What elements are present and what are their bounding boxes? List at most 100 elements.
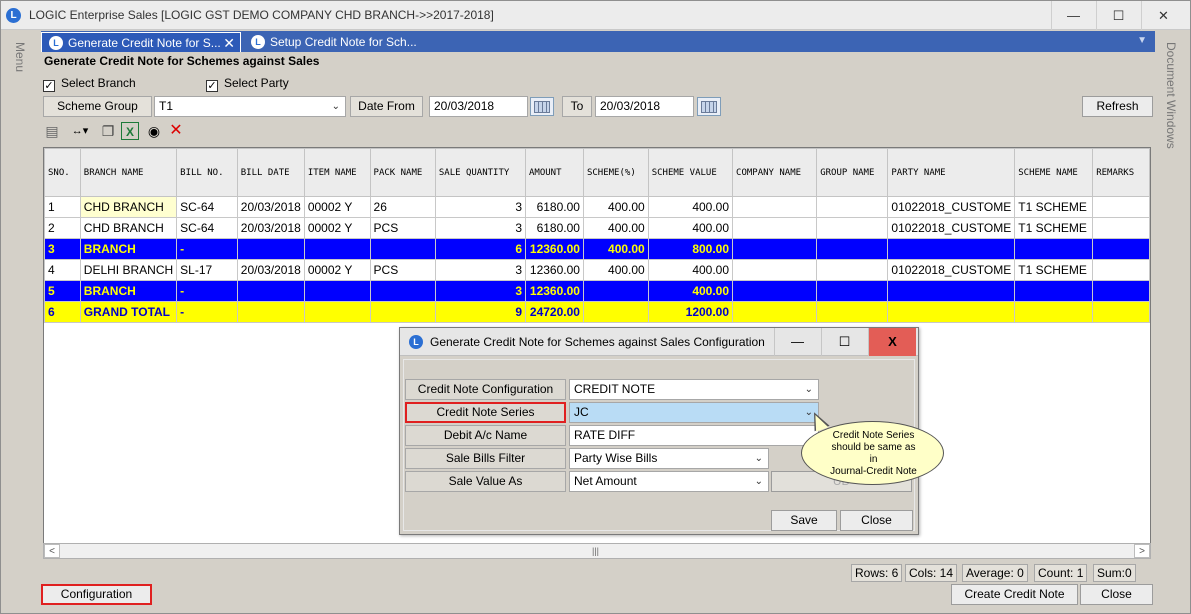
table-cell[interactable] — [816, 217, 889, 239]
table-cell[interactable] — [369, 238, 436, 260]
column-header[interactable]: SALE QUANTITY — [434, 148, 527, 197]
table-cell[interactable]: 9 — [434, 301, 527, 323]
table-cell[interactable]: 26 — [369, 196, 436, 218]
table-cell[interactable] — [303, 280, 371, 302]
create-credit-note-button[interactable]: Create Credit Note — [951, 584, 1078, 605]
dialog-maximize-button[interactable]: ☐ — [821, 328, 867, 356]
table-cell[interactable]: 24720.00 — [525, 301, 584, 323]
table-cell[interactable]: 400.00 — [647, 280, 734, 302]
table-cell[interactable] — [303, 301, 371, 323]
export-icon[interactable]: ▤ — [43, 122, 61, 140]
calendar-icon[interactable] — [530, 97, 554, 116]
table-cell[interactable] — [236, 280, 305, 302]
table-cell[interactable]: 2 — [44, 217, 81, 239]
table-cell[interactable] — [236, 301, 305, 323]
dialog-close-btn[interactable]: Close — [840, 510, 913, 531]
table-cell[interactable] — [732, 301, 818, 323]
table-cell[interactable] — [236, 238, 305, 260]
column-header[interactable]: SCHEME(%) — [582, 148, 649, 197]
debit-account-name-input[interactable]: RATE DIFF — [569, 425, 819, 446]
table-cell[interactable]: 800.00 — [647, 238, 734, 260]
table-cell[interactable] — [1014, 280, 1094, 302]
table-cell[interactable]: 12360.00 — [525, 259, 584, 281]
table-cell[interactable] — [369, 301, 436, 323]
maximize-button[interactable]: ☐ — [1096, 1, 1140, 30]
table-cell[interactable]: 12360.00 — [525, 280, 584, 302]
sale-bills-filter-select[interactable]: Party Wise Bills ⌄ — [569, 448, 769, 469]
table-cell[interactable]: DELHI BRANCH — [79, 259, 178, 281]
table-cell[interactable] — [732, 238, 818, 260]
table-row[interactable]: 2 CHD BRANCH SC-64 20/03/2018 00002 Y PCS 3 618… — [44, 217, 1150, 239]
table-row[interactable]: 3 BRANCH - 6 12360.00 400.00 800.00 — [44, 238, 1150, 260]
table-cell[interactable]: CHD BRANCH — [79, 196, 178, 218]
table-cell[interactable]: 01022018_CUSTOME — [887, 217, 1016, 239]
table-cell[interactable]: 400.00 — [582, 196, 649, 218]
credit-note-series-select[interactable]: JC ⌄ — [569, 402, 819, 423]
table-cell[interactable] — [887, 301, 1016, 323]
table-cell[interactable] — [887, 280, 1016, 302]
dialog-save-button[interactable]: Save — [771, 510, 837, 531]
scroll-left-icon[interactable]: < — [44, 544, 60, 558]
column-header[interactable]: ITEM NAME — [303, 148, 371, 197]
table-cell[interactable] — [887, 238, 1016, 260]
column-header[interactable]: SCHEME VALUE — [647, 148, 734, 197]
column-header[interactable]: REMARKS — [1092, 148, 1150, 197]
table-cell[interactable] — [1014, 301, 1094, 323]
table-cell[interactable]: PCS — [369, 217, 436, 239]
refresh-button[interactable]: Refresh — [1082, 96, 1153, 117]
table-cell[interactable]: CHD BRANCH — [79, 217, 178, 239]
horizontal-scrollbar[interactable]: < ||| > — [43, 543, 1151, 559]
table-cell[interactable]: T1 SCHEME — [1014, 259, 1094, 281]
table-cell[interactable] — [1092, 280, 1150, 302]
table-cell[interactable]: - — [176, 280, 238, 302]
table-cell[interactable] — [816, 301, 889, 323]
table-cell[interactable]: T1 SCHEME — [1014, 217, 1094, 239]
table-cell[interactable]: 6 — [44, 301, 81, 323]
tab-generate-credit-note[interactable]: L Generate Credit Note for S... ✕ — [41, 32, 241, 52]
table-cell[interactable] — [1014, 238, 1094, 260]
table-cell[interactable]: 20/03/2018 — [236, 217, 305, 239]
table-cell[interactable]: 20/03/2018 — [236, 196, 305, 218]
menu-rail[interactable]: Menu — [1, 30, 39, 570]
table-cell[interactable]: 01022018_CUSTOME — [887, 259, 1016, 281]
excel-icon[interactable]: X — [121, 122, 139, 140]
table-cell[interactable]: 3 — [44, 238, 81, 260]
table-cell[interactable] — [582, 301, 649, 323]
select-branch-checkbox[interactable]: ✓ Select Branch — [43, 76, 136, 92]
scheme-group-select[interactable]: T1 ⌄ — [154, 96, 346, 117]
tab-setup-credit-note[interactable]: L Setup Credit Note for Sch... — [244, 32, 444, 52]
table-row[interactable]: 4 DELHI BRANCH SL-17 20/03/2018 00002 Y PCS 3 1… — [44, 259, 1150, 281]
table-cell[interactable]: 3 — [434, 217, 527, 239]
table-cell[interactable]: 20/03/2018 — [236, 259, 305, 281]
copy-icon[interactable]: ❐ — [99, 122, 117, 140]
column-width-icon[interactable]: ↔▾ — [67, 122, 93, 140]
table-cell[interactable] — [732, 259, 818, 281]
calendar-icon[interactable] — [697, 97, 721, 116]
close-window-button[interactable]: ✕ — [1141, 1, 1185, 30]
table-cell[interactable] — [1092, 196, 1150, 218]
table-cell[interactable]: - — [176, 238, 238, 260]
minimize-button[interactable]: — — [1051, 1, 1095, 30]
table-cell[interactable]: SL-17 — [176, 259, 238, 281]
table-cell[interactable]: - — [176, 301, 238, 323]
table-cell[interactable] — [732, 217, 818, 239]
table-cell[interactable]: 3 — [434, 259, 527, 281]
table-cell[interactable] — [732, 196, 818, 218]
column-header[interactable]: BILL DATE — [236, 148, 305, 197]
table-cell[interactable]: 3 — [434, 280, 527, 302]
table-cell[interactable] — [816, 280, 889, 302]
table-cell[interactable]: 400.00 — [582, 217, 649, 239]
table-cell[interactable]: 400.00 — [582, 259, 649, 281]
table-cell[interactable]: BRANCH — [79, 280, 178, 302]
dialog-minimize-button[interactable]: — — [774, 328, 820, 356]
table-cell[interactable]: 400.00 — [647, 217, 734, 239]
table-cell[interactable] — [303, 238, 371, 260]
scroll-thumb[interactable]: ||| — [592, 546, 599, 556]
column-header[interactable]: SNO. — [44, 148, 81, 197]
tab-close-icon[interactable]: ✕ — [223, 33, 235, 53]
table-cell[interactable]: 400.00 — [647, 259, 734, 281]
table-cell[interactable]: SC-64 — [176, 217, 238, 239]
table-cell[interactable] — [816, 196, 889, 218]
binoculars-icon[interactable]: ◉ — [145, 122, 163, 140]
table-cell[interactable]: T1 SCHEME — [1014, 196, 1094, 218]
